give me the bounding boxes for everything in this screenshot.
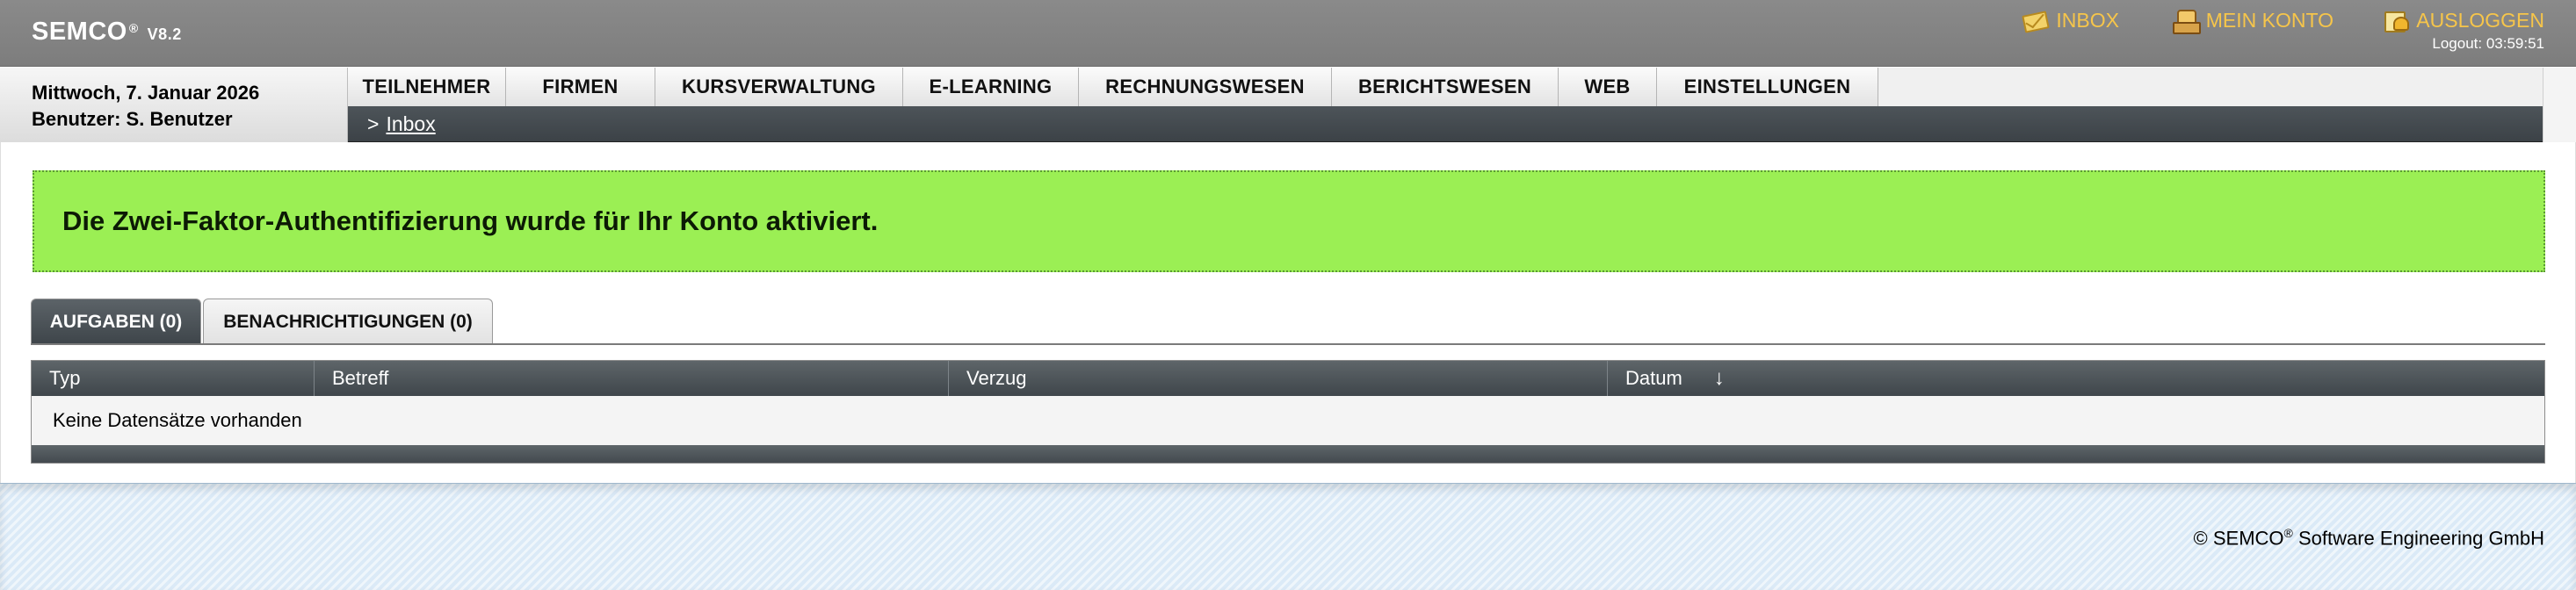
copyright-notice: © SEMCO® Software Engineering GmbH (2194, 526, 2544, 550)
page-footer: © SEMCO® Software Engineering GmbH (0, 483, 2576, 590)
main-content: Die Zwei-Faktor-Authentifizierung wurde … (0, 142, 2576, 483)
account-icon (2172, 10, 2201, 34)
column-header-typ[interactable]: Typ (32, 361, 315, 396)
logout-timer: Logout: 03:59:51 (2432, 35, 2544, 52)
nav-item-teilnehmer[interactable]: TEILNEHMER (348, 68, 506, 106)
inbox-link-label: INBOX (2056, 8, 2119, 32)
sort-arrow-down-icon: ↓ (1713, 366, 1725, 390)
column-label: Verzug (966, 367, 1027, 389)
logout-icon (2383, 10, 2410, 32)
column-header-betreff[interactable]: Betreff (315, 361, 949, 396)
nav-right-cap (2543, 68, 2576, 142)
version-label: V8.2 (147, 25, 182, 43)
alert-message: Die Zwei-Faktor-Authentifizierung wurde … (62, 205, 879, 236)
table-header: Typ Betreff Verzug Datum ↓ (32, 361, 2544, 396)
tasks-table: Typ Betreff Verzug Datum ↓ Keine Datensä… (31, 360, 2545, 464)
brand-logo: SEMCO ® V8.2 (32, 18, 182, 47)
logout-link[interactable]: AUSLOGGEN (2383, 5, 2544, 35)
table-footer (32, 445, 2544, 463)
envelope-icon (2022, 10, 2047, 31)
breadcrumb-separator: > (367, 112, 380, 135)
tab-tasks[interactable]: AUFGABEN (0) (31, 299, 201, 344)
inbox-tabs: AUFGABEN (0) BENACHRICHTIGUNGEN (0) (31, 299, 2545, 344)
brand-name: SEMCO (32, 18, 127, 46)
app-window: SEMCO ® V8.2 INBOX MEIN KONTO AUSLOGGEN Lo… (0, 0, 2576, 590)
nav-item-rechnungswesen[interactable]: RECHNUNGSWESEN (1079, 68, 1332, 106)
top-header: SEMCO ® V8.2 INBOX MEIN KONTO AUSLOGGEN Lo… (0, 0, 2576, 67)
tab-divider (31, 343, 2545, 345)
column-header-datum[interactable]: Datum ↓ (1608, 361, 2544, 396)
nav-item-web[interactable]: WEB (1559, 68, 1657, 106)
nav-item-berichtswesen[interactable]: BERICHTSWESEN (1332, 68, 1559, 106)
nav-item-einstellungen[interactable]: EINSTELLUNGEN (1657, 68, 1878, 106)
session-info: Mittwoch, 7. Januar 2026 Benutzer: S. Be… (0, 68, 348, 142)
copyright-registered-mark: ® (2283, 526, 2293, 540)
copyright-prefix: © SEMCO (2193, 527, 2284, 550)
nav-item-kursverwaltung[interactable]: KURSVERWALTUNG (655, 68, 903, 106)
column-label: Betreff (332, 367, 389, 389)
nav-item-firmen[interactable]: FIRMEN (506, 68, 655, 106)
nav-item-e-learning[interactable]: E-LEARNING (903, 68, 1079, 106)
logout-link-label: AUSLOGGEN (2416, 8, 2544, 32)
tab-notifications[interactable]: BENACHRICHTIGUNGEN (0) (203, 299, 493, 344)
brand-registered-mark: ® (128, 21, 139, 35)
column-header-verzug[interactable]: Verzug (949, 361, 1608, 396)
account-link-label: MEIN KONTO (2205, 8, 2334, 32)
account-link[interactable]: MEIN KONTO (2172, 5, 2334, 35)
column-label: Datum (1625, 367, 1682, 389)
inbox-link[interactable]: INBOX (2022, 5, 2119, 35)
current-date: Mittwoch, 7. Januar 2026 (32, 82, 260, 104)
main-navigation: TEILNEHMER FIRMEN KURSVERWALTUNG E-LEARN… (348, 68, 2576, 106)
copyright-company: Software Engineering GmbH (2292, 527, 2544, 550)
success-alert: Die Zwei-Faktor-Authentifizierung wurde … (33, 170, 2545, 272)
breadcrumb-inbox-link[interactable]: Inbox (386, 112, 435, 136)
current-user: Benutzer: S. Benutzer (32, 108, 233, 130)
empty-row: Keine Datensätze vorhanden (32, 396, 2544, 445)
breadcrumb: > Inbox (348, 106, 2543, 142)
column-label: Typ (49, 367, 81, 389)
